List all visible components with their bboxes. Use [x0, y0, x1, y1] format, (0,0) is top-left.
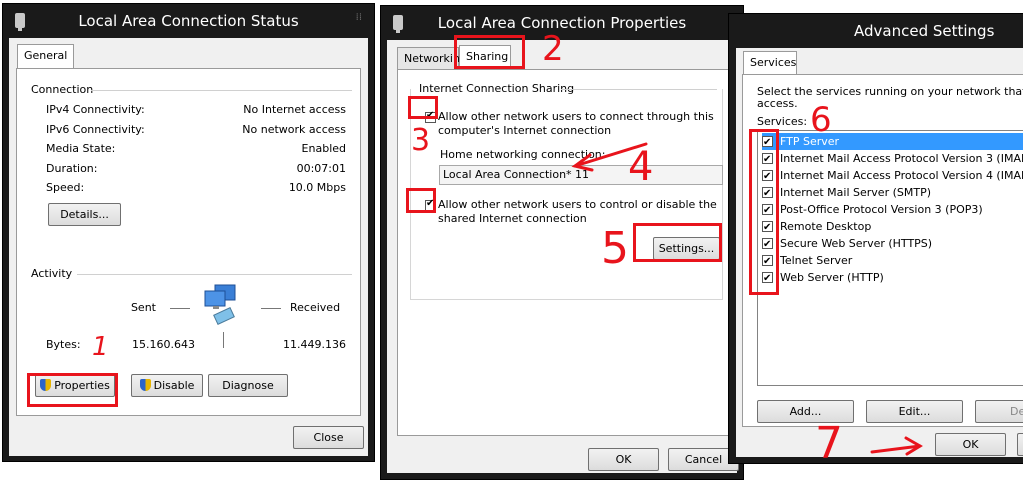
duration-value: 00:07:01 [296, 162, 346, 175]
connection-group-label: Connection [31, 83, 94, 96]
service-item[interactable]: Secure Web Server (HTTPS) [762, 235, 1023, 253]
status-titlebar[interactable]: Local Area Connection Status ⁞⁞ [3, 4, 374, 38]
tab-networking[interactable]: Networking [397, 47, 467, 70]
annotation-step-7: 7 [815, 418, 843, 469]
service-label: Internet Mail Access Protocol Version 4 … [780, 169, 1023, 182]
advanced-ok-button[interactable]: OK [935, 433, 1006, 456]
activity-group-divider [77, 274, 352, 275]
diagnose-button[interactable]: Diagnose [208, 374, 288, 397]
close-button[interactable]: Close [293, 426, 364, 449]
allow-control-label-2: shared Internet connection [438, 212, 587, 225]
delete-button[interactable]: De [975, 400, 1023, 423]
window-app-icon [15, 13, 25, 31]
advanced-titlebar[interactable]: Advanced Settings [729, 14, 1023, 48]
annotation-step-4: 4 [628, 144, 654, 190]
home-connection-field[interactable]: Local Area Connection* 11 [439, 165, 723, 185]
annotation-step-1: 1 [92, 332, 109, 362]
window-app-icon [393, 15, 403, 33]
service-item[interactable]: Post-Office Protocol Version 3 (POP3) [762, 201, 1023, 219]
bytes-sent-value: 15.160.643 [132, 338, 195, 351]
services-description-2: access. [757, 97, 798, 110]
general-panel: Connection IPv4 Connectivity: No Interne… [16, 68, 361, 416]
bytes-received-value: 11.449.136 [283, 338, 346, 351]
sent-line [170, 308, 190, 309]
advanced-client: Services Select the services running on … [736, 48, 1023, 457]
service-item[interactable]: Internet Mail Server (SMTP) [762, 184, 1023, 202]
highlight-settings [633, 223, 722, 262]
service-label: Web Server (HTTP) [780, 271, 884, 284]
service-label: Secure Web Server (HTTPS) [780, 237, 933, 250]
allow-connect-label-1: Allow other network users to connect thr… [438, 110, 714, 123]
service-label: Internet Mail Server (SMTP) [780, 186, 931, 199]
highlight-service-checkboxes [749, 129, 779, 295]
advanced-window-title: Advanced Settings [854, 22, 995, 40]
service-item[interactable]: Remote Desktop [762, 218, 1023, 236]
highlight-properties [27, 373, 118, 407]
network-computers-icon [203, 283, 243, 327]
service-item[interactable]: Web Server (HTTP) [762, 269, 1023, 287]
service-item[interactable]: Internet Mail Access Protocol Version 3 … [762, 150, 1023, 168]
service-label: Post-Office Protocol Version 3 (POP3) [780, 203, 983, 216]
advanced-cancel-button-partial[interactable] [1017, 433, 1023, 456]
ipv4-label: IPv4 Connectivity: [46, 103, 145, 116]
connection-group-divider [91, 90, 352, 91]
ok-button[interactable]: OK [588, 448, 659, 471]
media-state-value: Enabled [301, 142, 346, 155]
services-listbox[interactable]: FTP ServerInternet Mail Access Protocol … [757, 130, 1023, 386]
service-label: Remote Desktop [780, 220, 872, 233]
received-line [261, 308, 281, 309]
service-item[interactable]: FTP Server [762, 133, 1023, 151]
activity-group-label: Activity [31, 267, 73, 280]
uac-shield-icon [139, 379, 151, 391]
ipv6-label: IPv6 Connectivity: [46, 123, 145, 136]
highlight-allow-connect [408, 96, 438, 119]
details-button[interactable]: Details... [48, 203, 121, 226]
allow-connect-label-2: computer's Internet connection [438, 124, 612, 137]
tab-general[interactable]: General [17, 44, 75, 69]
annotation-step-2: 2 [542, 29, 564, 69]
speed-label: Speed: [46, 181, 85, 194]
speed-value: 10.0 Mbps [288, 181, 346, 194]
services-panel: Select the services running on your netw… [742, 74, 1023, 427]
ipv4-value: No Internet access [243, 103, 346, 116]
highlight-allow-control [406, 188, 436, 213]
home-connection-label: Home networking connection: [440, 148, 606, 161]
activity-divider [223, 332, 224, 348]
ipv6-value: No network access [242, 123, 346, 136]
media-state-label: Media State: [46, 142, 116, 155]
status-window-title: Local Area Connection Status [78, 12, 299, 30]
edit-button[interactable]: Edit... [866, 400, 963, 423]
tab-services[interactable]: Services [743, 51, 797, 76]
sent-label: Sent [130, 301, 156, 314]
annotation-step-5: 5 [601, 223, 629, 274]
services-label: Services: [757, 115, 808, 128]
highlight-sharing-tab [454, 35, 525, 69]
received-label: Received [290, 301, 341, 314]
disable-button[interactable]: Disable [131, 374, 203, 397]
service-item[interactable]: Telnet Server [762, 252, 1023, 270]
allow-control-label-1: Allow other network users to control or … [438, 198, 717, 211]
disable-button-label: Disable [153, 379, 195, 392]
duration-label: Duration: [46, 162, 98, 175]
service-label: Telnet Server [780, 254, 853, 267]
bytes-label: Bytes: [46, 338, 81, 351]
service-item[interactable]: Internet Mail Access Protocol Version 4 … [762, 167, 1023, 185]
annotation-step-3: 3 [411, 123, 431, 158]
service-label: Internet Mail Access Protocol Version 3 … [780, 152, 1023, 165]
resize-grip-icon: ⁞⁞ [355, 12, 362, 23]
annotation-step-6: 6 [810, 100, 832, 140]
